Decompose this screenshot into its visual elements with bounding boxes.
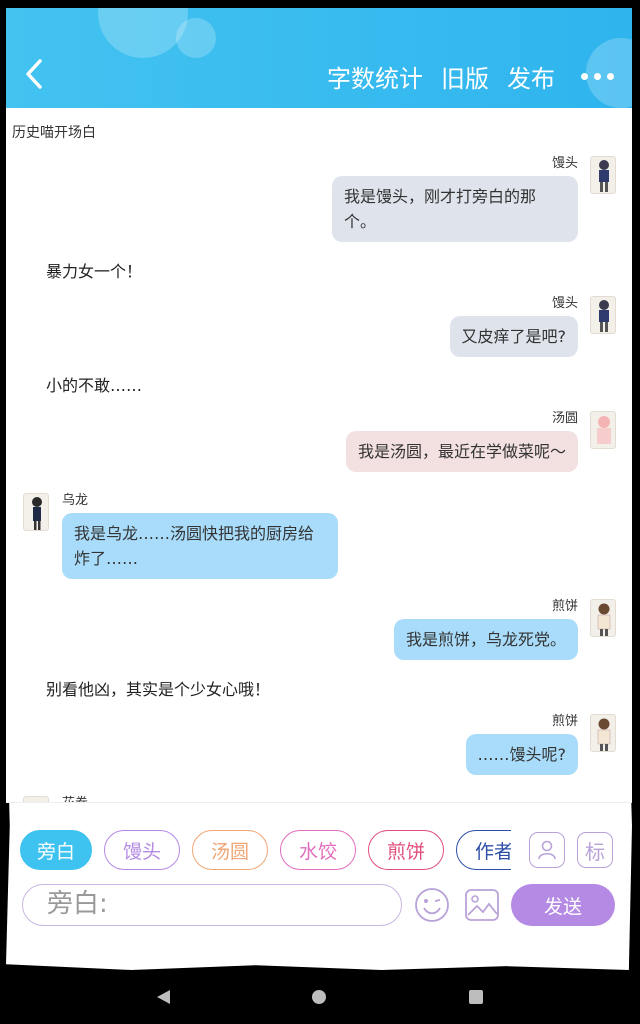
header-decoration: [98, 8, 188, 58]
message-bubble[interactable]: 我是乌龙……汤圆快把我的厨房给炸了……: [62, 513, 338, 579]
avatar[interactable]: [590, 714, 616, 752]
message-input[interactable]: 旁白:: [22, 884, 402, 926]
history-label: 历史喵开场白: [12, 125, 96, 141]
message-bubble[interactable]: 我是馒头，刚才打旁白的那个。: [332, 176, 578, 242]
old-version-button[interactable]: 旧版: [441, 59, 489, 94]
message-bubble[interactable]: ……馒头呢?: [465, 734, 578, 775]
nav-back-icon[interactable]: [155, 989, 171, 1009]
chat-area[interactable]: 历史喵开场白 馒头 我是馒头，刚才打旁白的那个。 暴力女一个！ 馒头 又皮痒了是…: [6, 108, 632, 802]
narration-text: 别看他凶，其实是个少女心哦！: [46, 680, 271, 699]
message-bubble[interactable]: 又皮痒了是吧?: [449, 316, 578, 357]
send-button[interactable]: 发送: [511, 884, 615, 926]
emoji-icon[interactable]: [414, 887, 450, 923]
role-chip-jianbing[interactable]: 煎饼: [368, 830, 444, 870]
role-chip-shuijiao[interactable]: 水饺: [280, 830, 356, 870]
role-chip-mantou[interactable]: 馒头: [104, 830, 180, 870]
more-icon[interactable]: [581, 72, 614, 80]
tag-button[interactable]: 标: [577, 832, 613, 868]
avatar[interactable]: [590, 296, 616, 334]
speaker-name: 馒头: [551, 156, 578, 171]
narration-text: 小的不敢……: [46, 376, 143, 395]
speaker-name: 煎饼: [551, 599, 578, 614]
speaker-name: 汤圆: [551, 411, 578, 426]
narration-text: 暴力女一个！: [46, 262, 143, 281]
nav-recents-icon[interactable]: [469, 990, 483, 1004]
role-chip-author[interactable]: 作者: [456, 830, 511, 870]
speaker-name: 煎饼: [551, 714, 578, 729]
message-bubble[interactable]: 我是汤圆，最近在学做菜呢～: [345, 431, 578, 472]
avatar[interactable]: [590, 599, 616, 637]
speaker-name: 花卷: [62, 792, 88, 802]
role-chip-narration[interactable]: 旁白: [20, 830, 92, 870]
role-chip-tangyuan[interactable]: 汤圆: [192, 830, 268, 870]
speaker-name: 乌龙: [62, 493, 89, 508]
speaker-name: 馒头: [551, 296, 578, 311]
role-selector: 旁白 馒头 汤圆 水饺 煎饼 作者 标: [20, 829, 620, 871]
message-bubble[interactable]: 我是煎饼，乌龙死党。: [393, 619, 578, 660]
avatar[interactable]: [590, 156, 616, 194]
header-actions: 字数统计 旧版 发布: [327, 58, 614, 94]
avatar[interactable]: [590, 411, 616, 449]
role-chip-clip: 作者: [456, 829, 511, 871]
composer: 旁白: 发送: [22, 884, 622, 926]
back-icon[interactable]: [22, 58, 50, 94]
avatar[interactable]: [23, 493, 49, 531]
app-header: 字数统计 旧版 发布: [6, 8, 632, 108]
nav-home-icon[interactable]: [312, 990, 326, 1004]
word-count-button[interactable]: 字数统计: [327, 59, 423, 94]
header-decoration: [176, 18, 216, 58]
image-icon[interactable]: [464, 887, 500, 923]
divider: [6, 802, 632, 803]
publish-button[interactable]: 发布: [507, 59, 555, 94]
system-navbar: [0, 970, 640, 1024]
person-card-icon[interactable]: [529, 832, 565, 868]
